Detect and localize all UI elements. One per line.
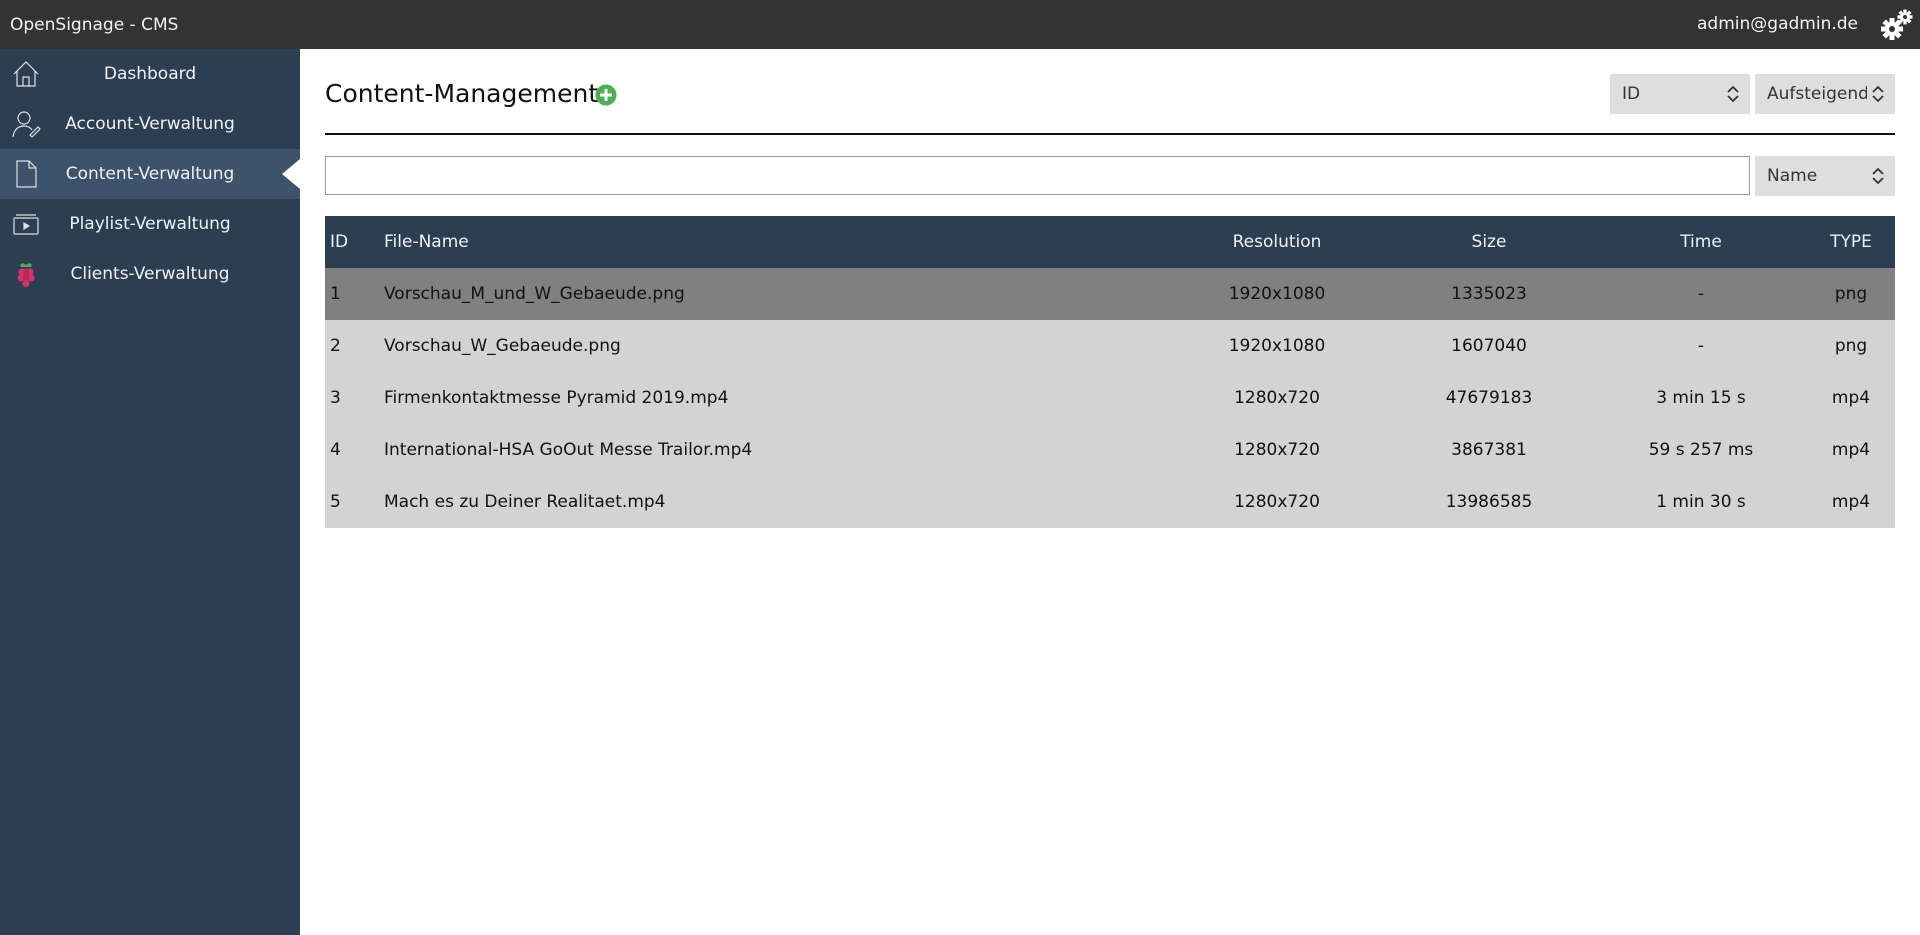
cell-type: mp4 (1807, 476, 1895, 528)
sort-field-value: ID (1622, 84, 1641, 104)
cell-size: 13986585 (1383, 476, 1595, 528)
cell-file-name: Vorschau_M_und_W_Gebaeude.png (383, 268, 1171, 320)
cell-type: mp4 (1807, 424, 1895, 476)
cell-size: 47679183 (1383, 372, 1595, 424)
column-header-resolution[interactable]: Resolution (1171, 216, 1383, 268)
sidebar-item-playlist[interactable]: Playlist-Verwaltung (0, 199, 300, 249)
cell-resolution: 1280x720 (1171, 372, 1383, 424)
raspberry-icon (10, 258, 42, 290)
sidebar-item-label: Account-Verwaltung (65, 114, 235, 134)
cell-resolution: 1920x1080 (1171, 268, 1383, 320)
column-header-time[interactable]: Time (1595, 216, 1807, 268)
sort-order-select[interactable]: Aufsteigend (1755, 74, 1895, 114)
sidebar: Dashboard Account-Verwaltung Content-Ver… (0, 49, 300, 935)
gear-icon[interactable] (1878, 8, 1914, 42)
sidebar-item-label: Playlist-Verwaltung (69, 214, 231, 234)
user-icon (10, 108, 42, 140)
table-row[interactable]: 1 Vorschau_M_und_W_Gebaeude.png 1920x108… (325, 268, 1895, 320)
sidebar-item-account[interactable]: Account-Verwaltung (0, 99, 300, 149)
sidebar-item-label: Content-Verwaltung (65, 164, 235, 184)
user-email[interactable]: admin@gadmin.de (1697, 14, 1858, 34)
cell-id: 2 (325, 320, 383, 372)
chevron-updown-icon (1726, 84, 1740, 104)
filter-field-select[interactable]: Name (1755, 156, 1895, 196)
cell-id: 5 (325, 476, 383, 528)
video-icon (10, 208, 42, 240)
table-row[interactable]: 3 Firmenkontaktmesse Pyramid 2019.mp4 12… (325, 372, 1895, 424)
sort-order-value: Aufsteigend (1767, 84, 1867, 104)
search-input[interactable] (325, 156, 1750, 195)
table-row[interactable]: 4 International-HSA GoOut Messe Trailor.… (325, 424, 1895, 476)
table-header-row: ID File-Name Resolution Size Time TYPE (325, 216, 1895, 268)
column-header-type[interactable]: TYPE (1807, 216, 1895, 268)
sidebar-item-label: Clients-Verwaltung (70, 264, 230, 284)
cell-id: 4 (325, 424, 383, 476)
cell-id: 1 (325, 268, 383, 320)
cell-size: 1335023 (1383, 268, 1595, 320)
cell-time: - (1595, 320, 1807, 372)
cell-time: 1 min 30 s (1595, 476, 1807, 528)
column-header-id[interactable]: ID (325, 216, 383, 268)
home-icon (10, 58, 42, 90)
sidebar-item-dashboard[interactable]: Dashboard (0, 49, 300, 99)
cell-time: 3 min 15 s (1595, 372, 1807, 424)
cell-type: png (1807, 320, 1895, 372)
column-header-file-name[interactable]: File-Name (383, 216, 1171, 268)
cell-resolution: 1920x1080 (1171, 320, 1383, 372)
filter-field-value: Name (1767, 166, 1818, 186)
sort-field-select[interactable]: ID (1610, 74, 1750, 114)
cell-file-name: Mach es zu Deiner Realitaet.mp4 (383, 476, 1171, 528)
cell-file-name: International-HSA GoOut Messe Trailor.mp… (383, 424, 1171, 476)
sidebar-item-content[interactable]: Content-Verwaltung (0, 149, 300, 199)
sidebar-item-label: Dashboard (103, 64, 197, 84)
cell-type: mp4 (1807, 372, 1895, 424)
content-table: ID File-Name Resolution Size Time TYPE 1… (325, 216, 1895, 528)
top-bar: OpenSignage - CMS admin@gadmin.de (0, 0, 1920, 49)
cell-id: 3 (325, 372, 383, 424)
column-header-size[interactable]: Size (1383, 216, 1595, 268)
cell-resolution: 1280x720 (1171, 476, 1383, 528)
app-title: OpenSignage - CMS (10, 14, 179, 35)
cell-type: png (1807, 268, 1895, 320)
document-icon (10, 158, 42, 190)
cell-time: - (1595, 268, 1807, 320)
divider (325, 133, 1895, 135)
cell-time: 59 s 257 ms (1595, 424, 1807, 476)
chevron-updown-icon (1871, 84, 1885, 104)
chevron-updown-icon (1871, 166, 1885, 186)
cell-resolution: 1280x720 (1171, 424, 1383, 476)
page-title: Content-Management (325, 79, 599, 108)
sidebar-item-clients[interactable]: Clients-Verwaltung (0, 249, 300, 299)
table-row[interactable]: 2 Vorschau_W_Gebaeude.png 1920x1080 1607… (325, 320, 1895, 372)
cell-size: 3867381 (1383, 424, 1595, 476)
cell-file-name: Vorschau_W_Gebaeude.png (383, 320, 1171, 372)
table-row[interactable]: 5 Mach es zu Deiner Realitaet.mp4 1280x7… (325, 476, 1895, 528)
cell-file-name: Firmenkontaktmesse Pyramid 2019.mp4 (383, 372, 1171, 424)
cell-size: 1607040 (1383, 320, 1595, 372)
plus-circle-icon[interactable] (595, 84, 617, 106)
